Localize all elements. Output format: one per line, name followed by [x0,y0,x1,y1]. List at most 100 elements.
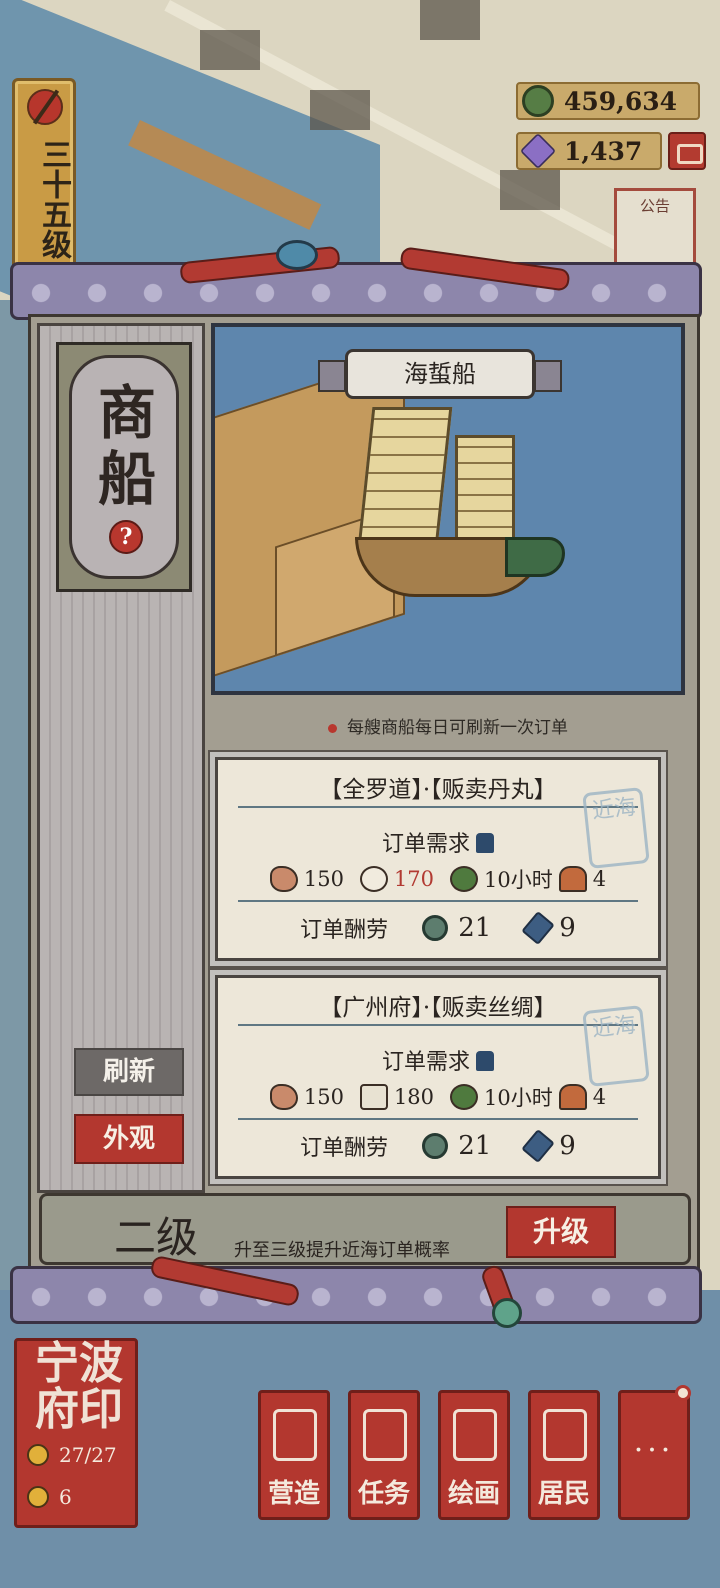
reward-coin: 21 [458,913,492,943]
treasure-chest-icon[interactable] [668,132,706,170]
notice-board[interactable]: 公告 [614,188,696,268]
nav-tasks-button[interactable]: 任务 [348,1390,420,1520]
resident-icon [543,1409,587,1461]
nav-label: 任务 [357,1479,410,1509]
req-time: 10小时 [484,868,553,892]
upgrade-button[interactable]: 升级 [506,1206,616,1258]
order-need-label: 订单需求 [381,1050,470,1075]
city-seal[interactable]: 宁波府印 27/27 6 [14,1338,138,1528]
order-card[interactable]: 【广州府】·【贩卖丝绸】 订单需求 150 180 10小时 4 订单酬劳 21… [215,975,661,1179]
upgrade-description: 升至三级提升近海订单概率 [234,1240,450,1261]
reward-label: 订单酬劳 [300,1136,389,1161]
ship-sail [357,407,453,547]
nav-residents-button[interactable]: 居民 [528,1390,600,1520]
map-building [420,0,480,40]
divider [238,1118,638,1120]
map-canal [0,300,30,1300]
nav-more-button[interactable]: ··· [618,1385,691,1520]
scroll-rod-top [10,262,702,320]
clock-icon [450,866,479,892]
player-level-text: 三十五级 [36,139,71,259]
divider [238,806,638,808]
gem-counter[interactable]: 1,437 [516,132,662,170]
refresh-note: 每艘商船每日可刷新一次订单 [211,713,685,738]
order-requirements: 150 180 10小时 4 [218,1082,658,1112]
notification-dot [675,1385,691,1401]
req-time: 10小时 [484,1086,553,1110]
merchant-ship-panel: 商船 ? 刷新 外观 海蜇船 每艘商船每日可刷新一次订单 【全罗道】·【贩卖丹丸… [28,314,700,1270]
order-card[interactable]: 【全罗道】·【贩卖丹丸】 订单需求 150 170 10小时 4 订单酬劳 21… [215,757,661,961]
pill-icon [359,866,388,892]
reward-brush: 9 [559,913,576,943]
map-building [500,170,560,210]
req-workers: 4 [592,1085,607,1109]
coin-value: 459,634 [564,86,678,116]
copper-coin-icon [422,915,449,941]
ship-name-plate: 海蜇船 [318,349,562,399]
scroll-rod-bottom [10,1266,702,1324]
coin-icon [522,85,554,117]
near-sea-stamp: 近海 [582,1005,650,1087]
map-building [310,90,370,130]
brush-icon [27,89,63,125]
silk-icon [359,1084,388,1110]
copper-coin-icon [422,1133,449,1159]
reward-coin: 21 [458,1131,492,1161]
happiness-value: 6 [59,1485,72,1509]
resident-icon [27,1444,49,1466]
more-icon: ··· [633,1433,675,1468]
order-rewards: 订单酬劳 21 9 [218,1128,658,1164]
fish-icon [269,1084,298,1110]
coin-counter[interactable]: 459,634 [516,82,700,120]
worker-icon [558,866,587,892]
ship-stern [505,537,565,577]
official-icon [476,833,494,853]
ship-sail [455,435,515,545]
city-name: 宁波府印 [35,1338,123,1435]
jade-ornament-icon [492,1298,522,1328]
order-rewards: 订单酬劳 21 9 [218,910,658,946]
nav-label: 居民 [537,1479,590,1509]
refresh-button[interactable]: 刷新 [74,1048,184,1096]
build-icon [273,1409,317,1461]
nav-label: 营造 [267,1479,320,1509]
nav-painting-button[interactable]: 绘画 [438,1390,510,1520]
nav-label: 绘画 [447,1479,500,1509]
happiness-stat: 6 [27,1485,72,1509]
brush-icon [521,910,556,946]
req-fish: 150 [303,867,344,891]
near-sea-stamp: 近海 [582,787,650,869]
panel-sidebar: 商船 ? 刷新 外观 [37,323,205,1193]
order-requirements: 150 170 10小时 4 [218,864,658,894]
reward-label: 订单酬劳 [300,918,389,943]
req-workers: 4 [592,867,607,891]
population-stat: 27/27 [27,1443,117,1467]
gem-icon [519,132,557,170]
clock-icon [450,1084,479,1110]
gem-value: 1,437 [564,136,643,166]
divider [238,900,638,902]
brush-icon [521,1128,556,1164]
population-value: 27/27 [59,1443,117,1467]
req-goods: 180 [393,1085,435,1109]
reward-brush: 9 [559,1131,576,1161]
notice-label: 公告 [639,197,670,215]
task-icon [363,1409,407,1461]
order-need-label: 订单需求 [381,832,470,857]
ship-level: 二级 [114,1213,199,1262]
official-icon [476,1051,494,1071]
nav-build-button[interactable]: 营造 [258,1390,330,1520]
appearance-button[interactable]: 外观 [74,1114,184,1164]
knot-ornament-icon [276,240,318,270]
divider [238,1024,638,1026]
map-building [200,30,260,70]
fish-icon [269,866,298,892]
panel-title-plate: 商船 ? [56,342,192,592]
help-icon[interactable]: ? [109,520,143,554]
ship-level-bar: 二级 升至三级提升近海订单概率 升级 [39,1193,691,1265]
req-goods: 170 [393,867,435,891]
scroll-icon [453,1409,497,1461]
req-fish: 150 [303,1085,344,1109]
ship-illustration: 海蜇船 [211,323,685,695]
worker-icon [558,1084,587,1110]
